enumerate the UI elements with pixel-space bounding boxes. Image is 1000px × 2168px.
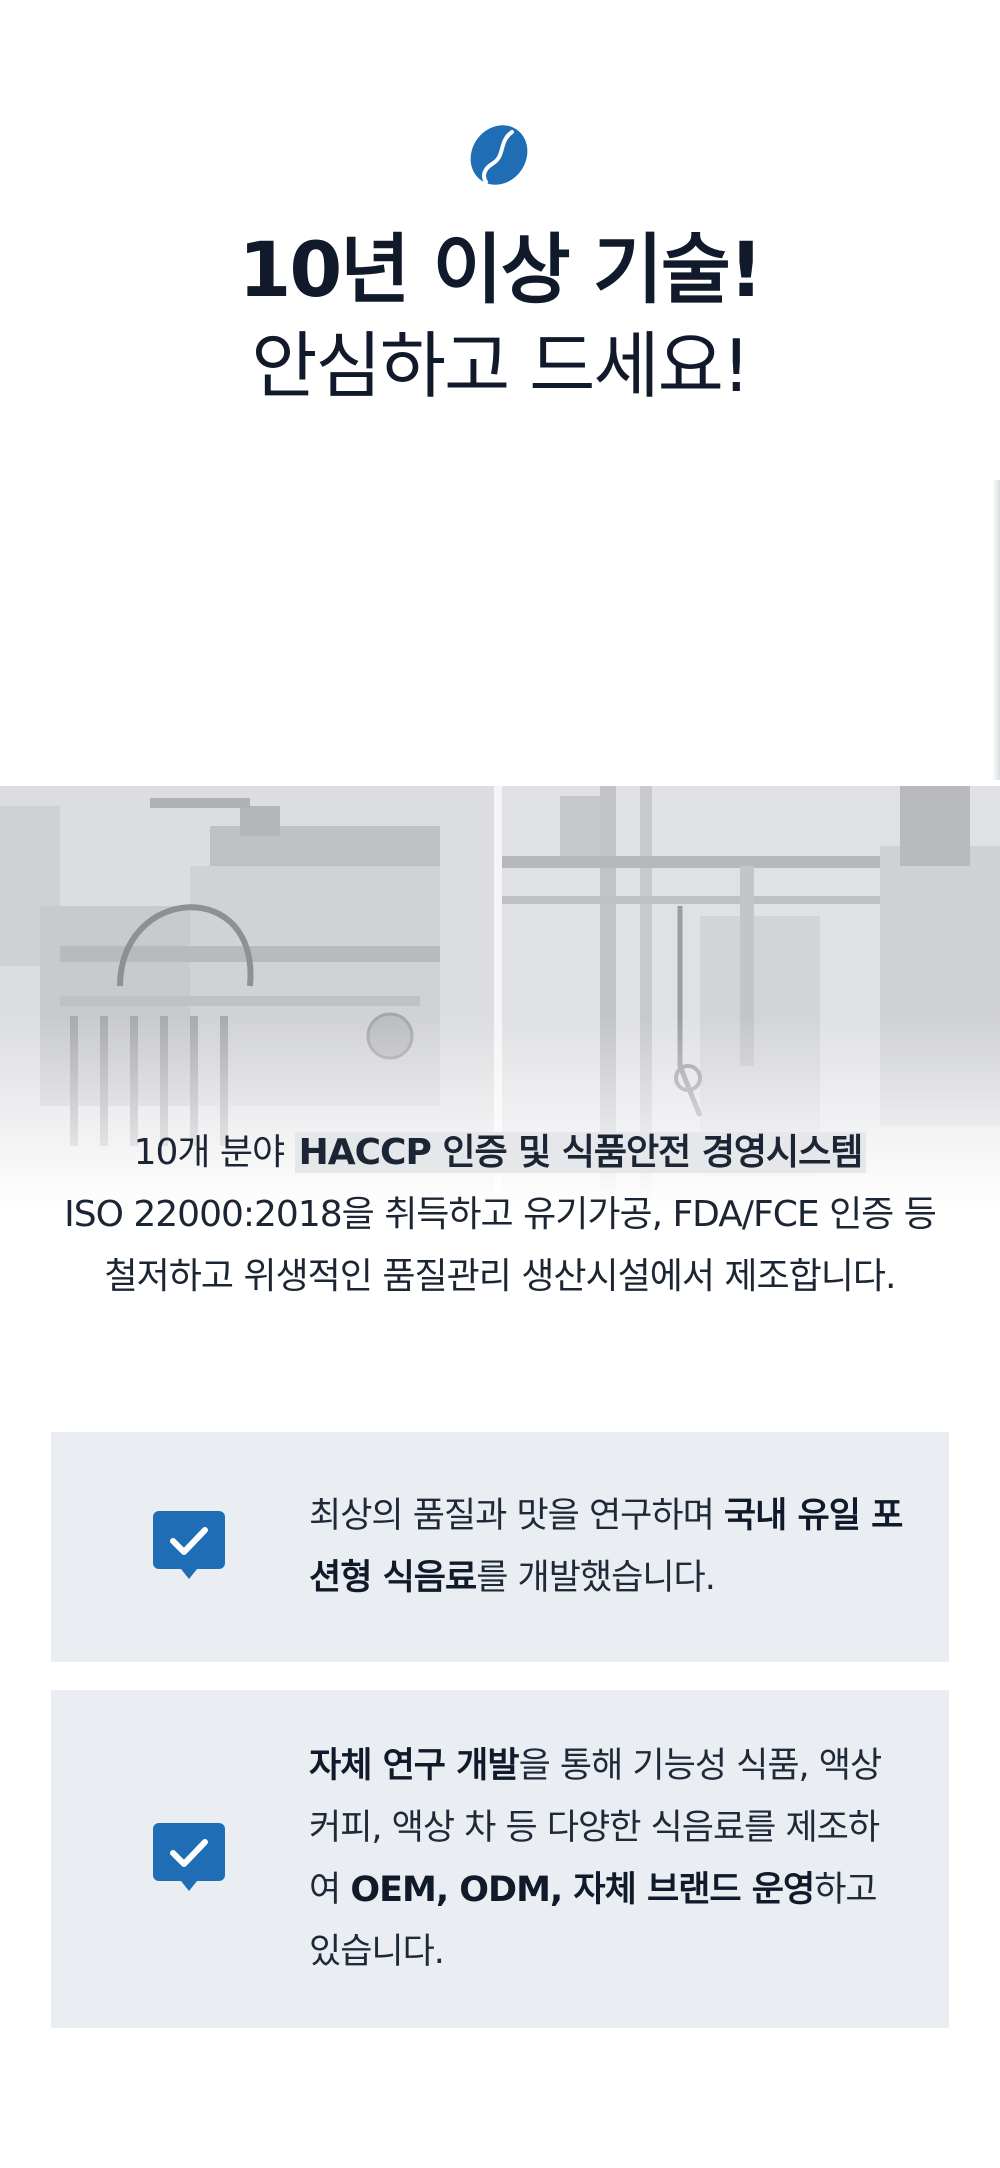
- coffee-bean-icon: [470, 125, 528, 185]
- title-line-2: 안심하고 드세요!: [251, 324, 750, 408]
- feature-card-rnd: 자체 연구 개발을 통해 기능성 식품, 액상 커피, 액상 차 등 다양한 식…: [51, 1690, 949, 2028]
- feature-text: 최상의 품질과 맛을 연구하며 국내 유일 포션형 식음료를 개발했습니다.: [309, 1485, 909, 1609]
- page: 10년 이상 기술! 안심하고 드세요! 10개 분야 HACCP 인증 및 식…: [0, 0, 1000, 2168]
- intro-text-1: 10개 분야: [133, 1132, 295, 1173]
- checkmark-badge-icon: [153, 1823, 225, 1891]
- feature-bold-2: OEM, ODM, 자체 브랜드 운영: [350, 1870, 815, 1910]
- feature-text-1: 최상의 품질과 맛을 연구하며: [309, 1496, 724, 1536]
- title-line-1: 10년 이상 기술!: [238, 225, 764, 314]
- page-title: 10년 이상 기술! 안심하고 드세요!: [0, 222, 1000, 414]
- checkmark-badge-icon: [153, 1511, 225, 1579]
- feature-text: 자체 연구 개발을 통해 기능성 식품, 액상 커피, 액상 차 등 다양한 식…: [309, 1735, 909, 1983]
- feature-card-portion: 최상의 품질과 맛을 연구하며 국내 유일 포션형 식음료를 개발했습니다.: [51, 1432, 949, 1662]
- intro-highlight: HACCP 인증 및 식품안전 경영시스템: [294, 1132, 867, 1173]
- edge-divider: [992, 480, 1000, 780]
- feature-text-2: 를 개발했습니다.: [476, 1558, 716, 1598]
- intro-paragraph: 10개 분야 HACCP 인증 및 식품안전 경영시스템 ISO 22000:2…: [60, 1122, 940, 1308]
- feature-bold-1: 자체 연구 개발: [309, 1746, 520, 1786]
- intro-text-2: ISO 22000:2018을 취득하고 유기가공, FDA/FCE 인증 등 …: [64, 1194, 937, 1297]
